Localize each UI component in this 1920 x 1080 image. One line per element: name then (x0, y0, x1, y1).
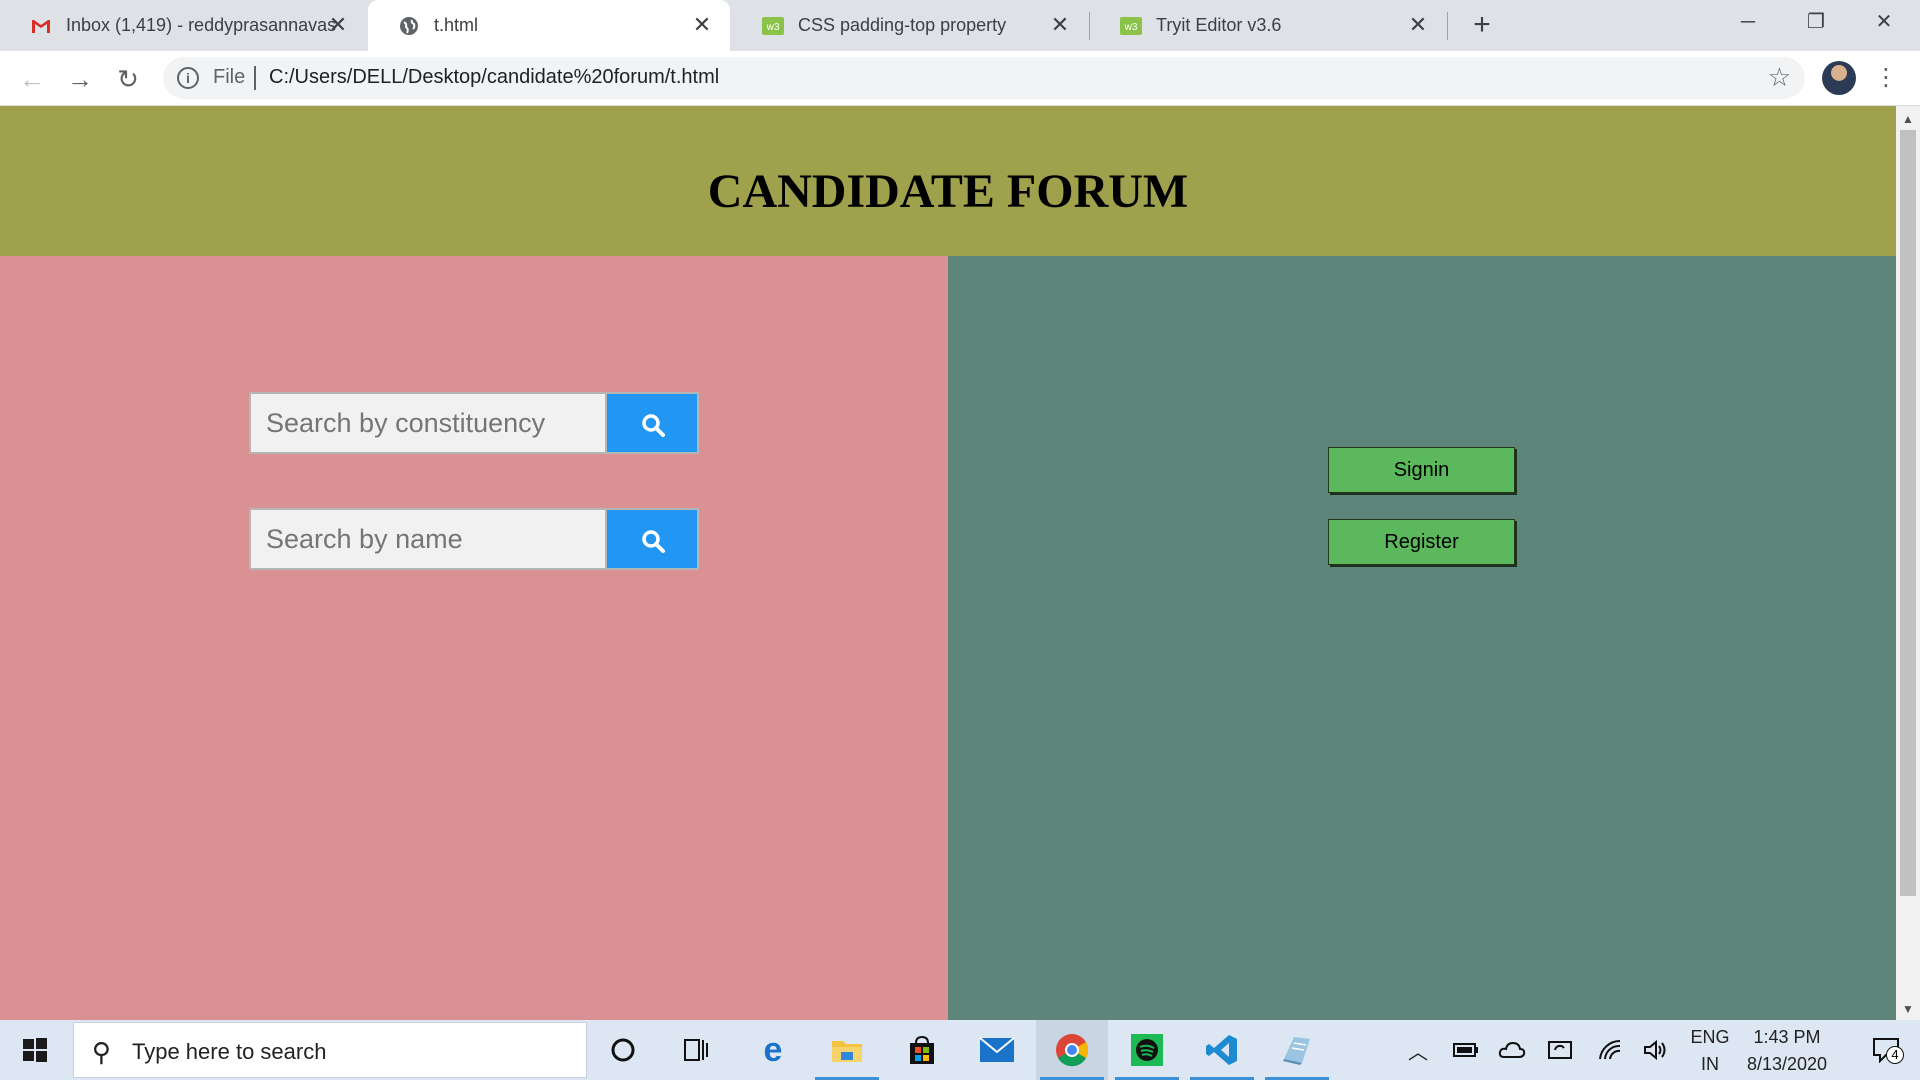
info-icon[interactable]: i (177, 67, 199, 89)
svg-text:w3: w3 (766, 22, 780, 33)
clock-time[interactable]: 1:43 PM (1742, 1027, 1832, 1048)
tab-css-padding[interactable]: w3 CSS padding-top property ✕ (732, 0, 1088, 51)
w3schools-icon: w3 (762, 15, 784, 37)
mail-icon[interactable] (961, 1020, 1033, 1080)
search-icon (642, 414, 665, 437)
scroll-up-arrow-icon[interactable]: ▲ (1902, 112, 1914, 126)
profile-avatar[interactable] (1822, 61, 1856, 95)
taskbar-search-placeholder: Type here to search (132, 1039, 327, 1064)
tab-tryit-editor[interactable]: w3 Tryit Editor v3.6 ✕ (1090, 0, 1446, 51)
tab-title: Tryit Editor v3.6 (1156, 15, 1282, 35)
store-icon[interactable] (886, 1020, 958, 1080)
notification-count: 4 (1886, 1046, 1904, 1064)
input-locale[interactable]: IN (1690, 1054, 1730, 1075)
account-panel (948, 256, 1896, 1020)
windows-logo-icon (23, 1038, 47, 1062)
search-panel (0, 256, 948, 1020)
file-explorer-icon[interactable] (811, 1020, 883, 1080)
language-indicator[interactable]: ENG (1690, 1027, 1730, 1048)
chrome-icon[interactable] (1036, 1020, 1108, 1080)
sync-icon[interactable] (1542, 1020, 1578, 1080)
new-tab-button[interactable]: + (1466, 9, 1498, 41)
constituency-search (249, 392, 699, 454)
clock-date[interactable]: 8/13/2020 (1742, 1054, 1832, 1075)
tab-gmail[interactable]: Inbox (1,419) - reddyprasannavas ✕ (0, 0, 366, 51)
onedrive-icon[interactable] (1494, 1020, 1530, 1080)
scheme-label: File (213, 66, 246, 88)
url-text[interactable]: C:/Users/DELL/Desktop/candidate%20forum/… (269, 66, 719, 89)
reload-button[interactable]: ↻ (110, 61, 146, 97)
name-search-button[interactable] (607, 508, 699, 570)
start-button[interactable] (0, 1020, 70, 1080)
register-button[interactable]: Register (1328, 519, 1515, 565)
forward-button[interactable]: → (62, 61, 98, 97)
name-search (249, 508, 699, 570)
windows-taskbar: ⚲ Type here to search e ︿ ENG IN 1:43 PM… (0, 1020, 1920, 1080)
battery-icon[interactable] (1448, 1020, 1484, 1080)
close-window-button[interactable]: ✕ (1850, 0, 1918, 44)
action-center-button[interactable]: 4 (1872, 1037, 1904, 1064)
tab-title: Inbox (1,419) - reddyprasannavas (66, 15, 336, 35)
page-title: CANDIDATE FORUM (707, 165, 1189, 218)
globe-icon (398, 15, 420, 37)
constituency-search-button[interactable] (607, 392, 699, 454)
back-button[interactable]: ← (14, 61, 50, 97)
signin-button[interactable]: Signin (1328, 447, 1515, 493)
browser-toolbar: ← → ↻ i File C:/Users/DELL/Desktop/candi… (0, 51, 1920, 106)
tab-separator (1447, 12, 1448, 40)
gmail-icon (30, 15, 52, 37)
notepad-icon[interactable] (1261, 1020, 1333, 1080)
svg-text:w3: w3 (1124, 22, 1138, 33)
name-search-input[interactable] (249, 508, 607, 570)
volume-icon[interactable] (1638, 1020, 1674, 1080)
cortana-icon[interactable] (587, 1020, 659, 1080)
address-bar[interactable]: i File C:/Users/DELL/Desktop/candidate%2… (163, 57, 1805, 99)
page-viewport: CANDIDATE FORUM Signin Register (0, 106, 1896, 1020)
close-icon[interactable]: ✕ (1048, 13, 1072, 37)
search-icon: ⚲ (92, 1037, 112, 1067)
w3schools-icon: w3 (1120, 15, 1142, 37)
scroll-thumb[interactable] (1900, 130, 1916, 896)
star-icon[interactable]: ☆ (1768, 62, 1791, 93)
vertical-scrollbar[interactable]: ▲ ▼ (1896, 106, 1920, 1020)
taskbar-search-box[interactable]: ⚲ Type here to search (73, 1022, 587, 1078)
show-hidden-icons-chevron-icon[interactable]: ︿ (1400, 1020, 1436, 1080)
tab-t-html[interactable]: t.html ✕ (368, 0, 730, 51)
close-icon[interactable]: ✕ (690, 13, 714, 37)
tab-title: t.html (434, 15, 479, 35)
minimize-button[interactable]: ─ (1714, 0, 1782, 44)
search-icon (642, 530, 665, 553)
address-divider (254, 66, 256, 90)
menu-icon[interactable]: ⋮ (1874, 60, 1898, 96)
svg-text:e: e (764, 1034, 783, 1066)
task-view-icon[interactable] (660, 1020, 732, 1080)
tab-title: CSS padding-top property (798, 15, 1007, 35)
scroll-down-arrow-icon[interactable]: ▼ (1902, 1002, 1914, 1016)
browser-tab-strip: Inbox (1,419) - reddyprasannavas ✕ t.htm… (0, 0, 1920, 51)
page-header: CANDIDATE FORUM (0, 106, 1896, 256)
spotify-icon[interactable] (1111, 1020, 1183, 1080)
restore-button[interactable]: ❐ (1782, 0, 1850, 44)
edge-icon[interactable]: e (737, 1020, 809, 1080)
close-icon[interactable]: ✕ (1406, 13, 1430, 37)
close-icon[interactable]: ✕ (326, 13, 350, 37)
wifi-icon[interactable] (1592, 1020, 1628, 1080)
vscode-icon[interactable] (1186, 1020, 1258, 1080)
constituency-search-input[interactable] (249, 392, 607, 454)
